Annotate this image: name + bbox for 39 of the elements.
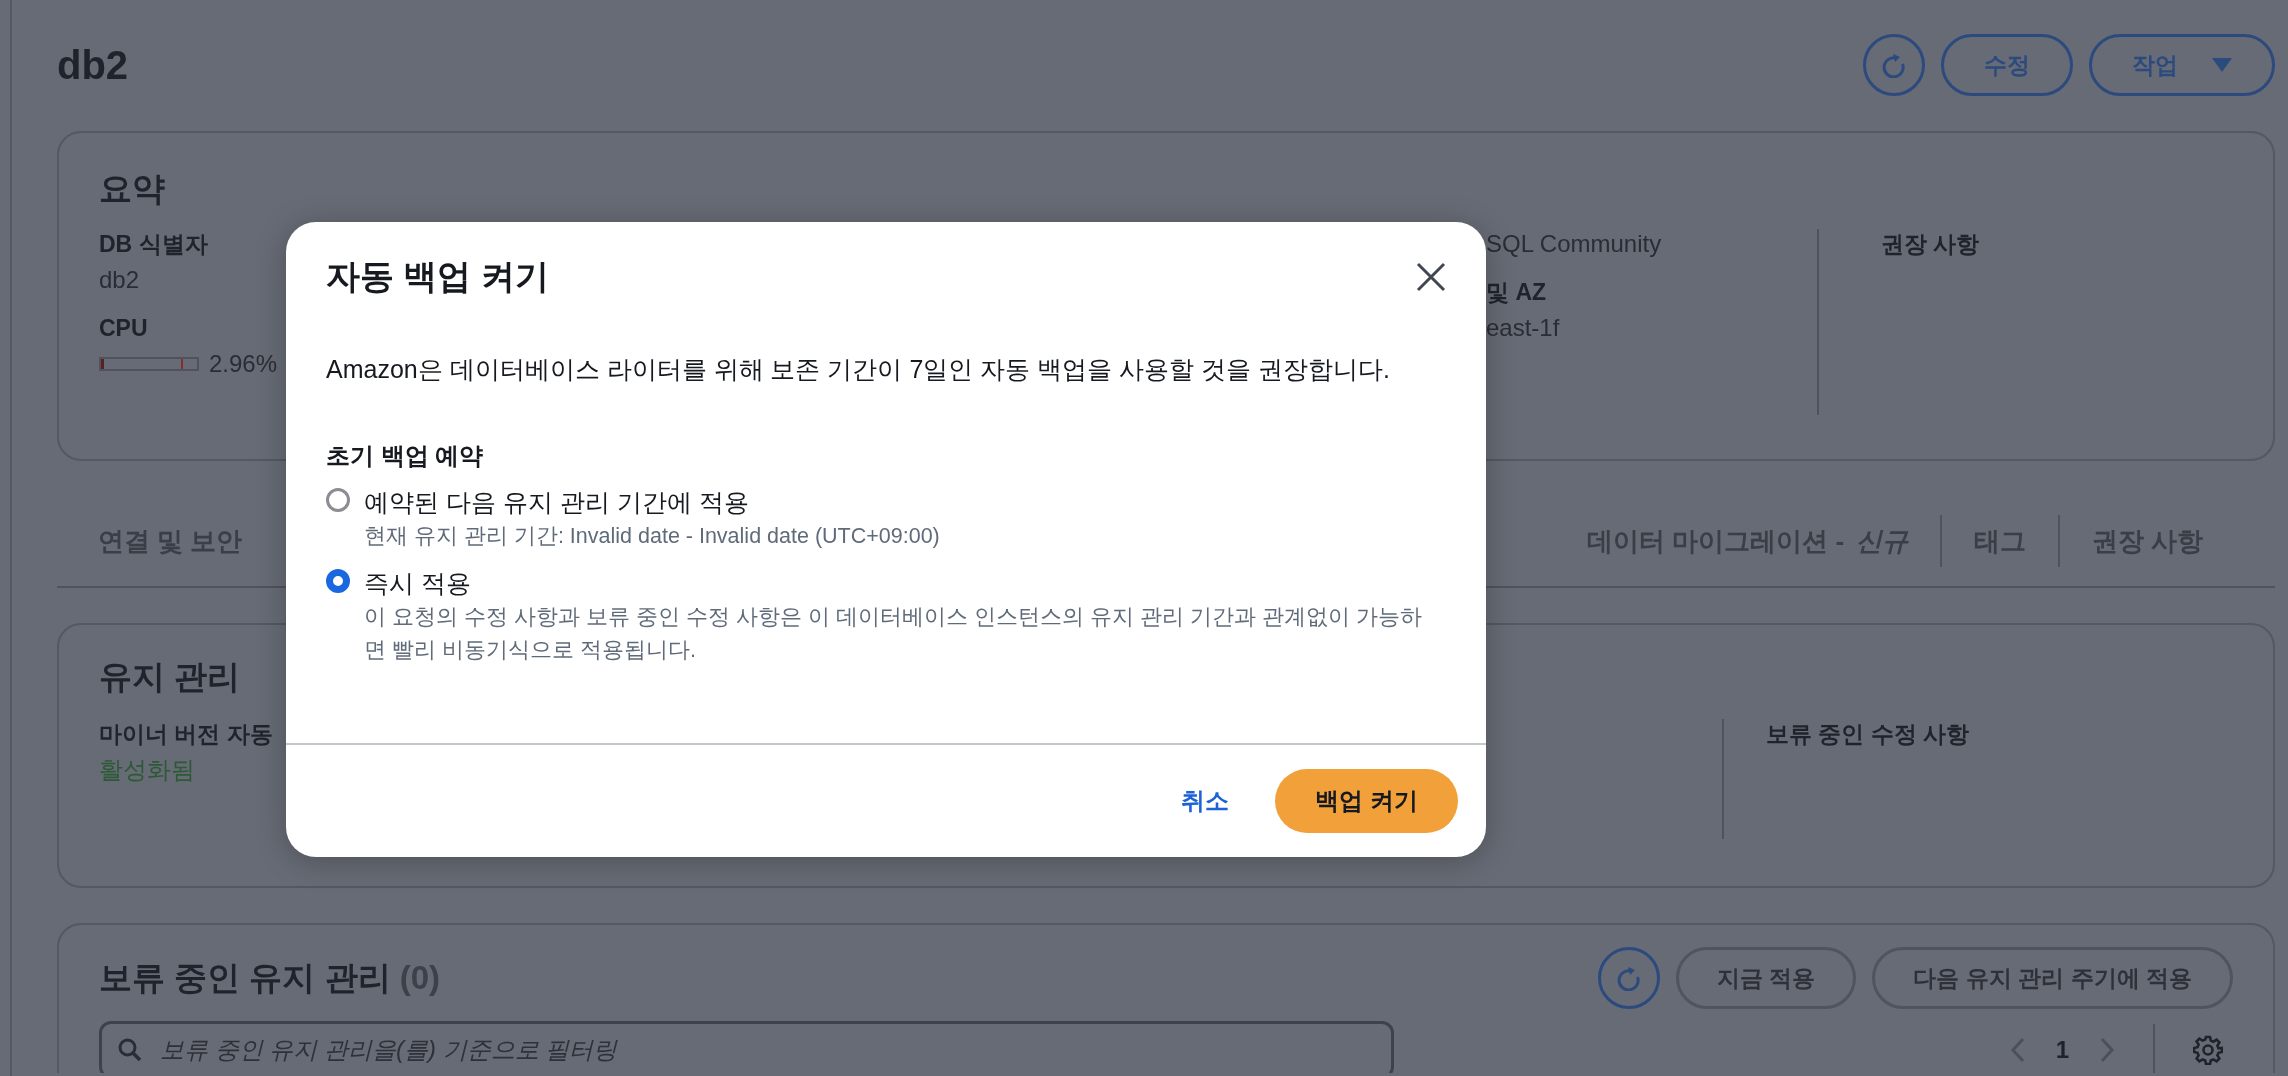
field-value: 2.96%	[209, 349, 278, 379]
actions-dropdown[interactable]: 작업	[2089, 34, 2275, 96]
option-description: 이 요청의 수정 사항과 보류 중인 수정 사항은 이 데이터베이스 인스턴스의 유지 관리 기간과 관계없이 가능하면 빨리 비동기식으로 적용됩니다.	[364, 604, 1423, 664]
cancel-button[interactable]: 취소	[1175, 784, 1236, 818]
field-label: 보류 중인 수정 사항	[1766, 720, 1970, 749]
dialog-message: Amazon은 데이터베이스 라이터를 위해 보존 기간이 7일인 자동 백업을 사용할 것을 권장합니다.	[326, 354, 1391, 385]
close-button[interactable]	[1416, 262, 1446, 292]
field-label: 마이너 버전 자동	[99, 720, 273, 749]
section-title: 유지 관리	[99, 657, 242, 697]
search-icon	[117, 1037, 143, 1063]
section-title: 보류 중인 유지 관리	[99, 958, 391, 996]
status-text: 활성화됨	[99, 755, 195, 785]
option-label: 즉시 적용	[364, 568, 472, 599]
field-label: DB 식별자	[99, 230, 208, 259]
radio-button[interactable]	[326, 569, 350, 593]
close-icon	[1416, 262, 1446, 292]
radio-button[interactable]	[326, 488, 350, 512]
settings-icon[interactable]	[2193, 1035, 2223, 1065]
field-label: CPU	[99, 314, 148, 343]
field-label: 및 AZ	[1486, 278, 1547, 307]
field-value: db2	[99, 265, 140, 295]
field-label: 권장 사항	[1881, 230, 1980, 259]
refresh-button[interactable]	[1863, 34, 1925, 96]
field-value: east-1f	[1486, 313, 1560, 343]
option-label: 예약된 다음 유지 관리 기간에 적용	[364, 487, 750, 518]
caret-icon	[2212, 58, 2232, 72]
edit-button[interactable]: 수정	[1941, 34, 2073, 96]
refresh-icon	[1616, 965, 1643, 991]
refresh-icon	[1881, 52, 1907, 78]
confirm-button[interactable]: 백업 켜기	[1275, 769, 1458, 833]
search-field[interactable]: 보류 중인 유지 관리을(를) 기준으로 필터링	[99, 1021, 1394, 1073]
group-label: 초기 백업 예약	[326, 441, 485, 471]
page-title: db2	[57, 42, 130, 88]
field-value: SQL Community	[1486, 229, 1662, 259]
refresh-button[interactable]	[1598, 947, 1661, 1009]
section-title: 요약	[99, 169, 166, 209]
page-number[interactable]: 1	[2049, 1035, 2075, 1065]
option-description: 현재 유지 관리 기간: Invalid date - Invalid date (UTC+09:00)	[364, 523, 941, 550]
dialog-title: 자동 백업 켜기	[326, 256, 549, 297]
